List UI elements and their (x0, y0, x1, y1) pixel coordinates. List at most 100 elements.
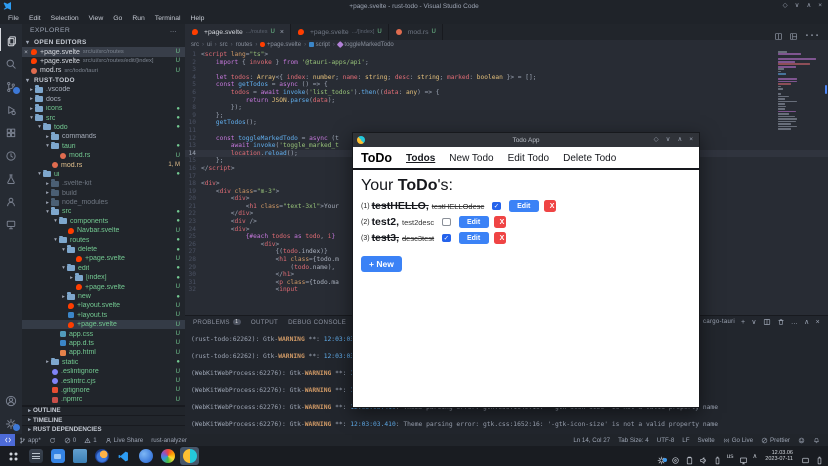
tree-folder-new[interactable]: ▸new● (22, 292, 185, 301)
status-item-bell[interactable] (809, 437, 824, 444)
status-item-app-[interactable]: app* (15, 434, 45, 446)
window-close-button[interactable]: × (818, 0, 822, 12)
tray-expand[interactable]: ∧ (753, 452, 758, 460)
menu-view[interactable]: View (84, 15, 109, 22)
volume-icon[interactable] (699, 452, 708, 461)
status-item-rust-analyzer[interactable]: rust-analyzer (147, 434, 191, 446)
panel-tab-debug-console[interactable]: DEBUG CONSOLE (288, 316, 346, 328)
edit-button[interactable]: Edit (509, 200, 539, 212)
menu-terminal[interactable]: Terminal (150, 15, 186, 22)
tree-folder-src[interactable]: ▾src● (22, 113, 185, 122)
tree-file-Navbar.svelte[interactable]: Navbar.svelteU (22, 226, 185, 235)
delete-button[interactable]: X (544, 200, 556, 212)
tree-file-+layout.svelte[interactable]: +layout.svelteU (22, 301, 185, 310)
todo-nav-delete-todo[interactable]: Delete Todo (563, 153, 616, 164)
tree-folder-edit[interactable]: ▾edit● (22, 264, 185, 273)
section-outline[interactable]: ▸OUTLINE (22, 406, 185, 416)
tree-folder-.vscode[interactable]: ▸.vscode (22, 85, 185, 94)
keyboard-layout[interactable]: us (727, 453, 734, 460)
breadcrumb-item[interactable]: +page.svelte (260, 42, 301, 48)
todo-window-minimize-button[interactable]: ∨ (666, 134, 671, 146)
menu-go[interactable]: Go (108, 15, 127, 22)
status-item-live-share[interactable]: Live Share (101, 434, 148, 446)
breadcrumb-item[interactable]: ui (207, 42, 212, 48)
status-item-sync[interactable] (45, 434, 60, 446)
todo-window-maximize-button[interactable]: ∧ (677, 134, 682, 146)
status-item-tab-size-4[interactable]: Tab Size: 4 (614, 437, 653, 444)
more-actions-icon[interactable]: … (791, 319, 798, 326)
split-editor-icon[interactable] (774, 28, 783, 37)
breadcrumb-item[interactable]: src (191, 42, 199, 48)
tree-file-.eslintignore[interactable]: .eslintignoreU (22, 367, 185, 376)
tree-file-mod.rs[interactable]: mod.rsU (22, 151, 185, 160)
tree-file-+page.svelte[interactable]: +page.svelteU (22, 282, 185, 291)
status-item-go-live[interactable]: Go Live (719, 437, 757, 444)
status-item-ln-14-col-27[interactable]: Ln 14, Col 27 (569, 437, 614, 444)
panel-tab-output[interactable]: OUTPUT (251, 316, 278, 328)
clock[interactable]: 12.03.062023-07-11 (762, 450, 796, 463)
taskbar-vscode[interactable] (114, 447, 133, 465)
tree-folder-icons[interactable]: ▸icons● (22, 104, 185, 113)
activity-extensions[interactable] (0, 120, 22, 143)
activity-settings[interactable] (0, 411, 22, 434)
tree-file-mod.rs[interactable]: mod.rs1, M (22, 160, 185, 169)
breadcrumb-item[interactable]: toggleMarkedTodo (338, 42, 394, 48)
taskbar-settings-sliders[interactable] (26, 447, 45, 465)
section-timeline[interactable]: ▸TIMELINE (22, 415, 185, 425)
tree-folder-build[interactable]: ▸build (22, 189, 185, 198)
todo-titlebar[interactable]: Todo App ◇∨∧× (353, 133, 699, 147)
tree-file-+layout.ts[interactable]: +layout.tsU (22, 311, 185, 320)
edit-button[interactable]: Edit (459, 216, 489, 228)
tree-file-.gitignore[interactable]: .gitignoreU (22, 386, 185, 395)
taskbar-web-browser[interactable] (136, 447, 155, 465)
tree-file-app.d.ts[interactable]: app.d.tsU (22, 339, 185, 348)
tab-+page.svelte[interactable]: +page.svelte.../[index]U (291, 24, 389, 40)
close-panel-icon[interactable]: × (816, 319, 820, 326)
status-item-utf-8[interactable]: UTF-8 (653, 437, 679, 444)
todo-window-restore-button[interactable]: ◇ (654, 134, 659, 146)
split-terminal-icon[interactable] (763, 318, 771, 326)
tree-folder-static[interactable]: ▸static● (22, 358, 185, 367)
tab-+page.svelte[interactable]: +page.svelte.../routesU× (185, 24, 291, 40)
project-header[interactable]: ▾ RUST-TODO (22, 76, 185, 86)
todo-checkbox[interactable]: ✓ (442, 234, 451, 243)
menu-file[interactable]: File (3, 15, 24, 22)
tree-folder-commands[interactable]: ▸commands (22, 132, 185, 141)
tree-file-.eslintrc.cjs[interactable]: .eslintrc.cjsU (22, 376, 185, 385)
maximize-panel-icon[interactable]: ∧ (804, 318, 809, 326)
activity-testing[interactable] (0, 166, 22, 189)
tree-folder-ui[interactable]: ▾ui● (22, 170, 185, 179)
battery-indicator-icon[interactable] (815, 452, 824, 461)
new-terminal-icon[interactable]: + (741, 319, 745, 326)
close-icon[interactable]: × (22, 49, 30, 56)
tree-file-.npmrc[interactable]: .npmrcU (22, 395, 185, 404)
tree-folder-tauri[interactable]: ▾tauri● (22, 142, 185, 151)
activity-remote-explorer[interactable] (0, 212, 22, 235)
battery-icon[interactable] (713, 452, 722, 461)
tree-folder-todo[interactable]: ▾todo● (22, 123, 185, 132)
taskbar-tauri-app[interactable] (180, 447, 199, 465)
status-item-svelte[interactable]: Svelte (694, 437, 719, 444)
tree-folder-components[interactable]: ▾components● (22, 217, 185, 226)
taskbar-color-wheel[interactable] (158, 447, 177, 465)
todo-nav-new-todo[interactable]: New Todo (449, 153, 493, 164)
activity-explorer[interactable] (0, 28, 22, 51)
delete-button[interactable]: X (494, 232, 506, 244)
taskbar-software-store[interactable] (48, 447, 67, 465)
open-editor-item[interactable]: ×+page.sveltesrc/ui/src/routesU (22, 47, 185, 56)
window-maximize-button[interactable]: ∧ (806, 0, 811, 12)
screen-record-icon[interactable] (671, 452, 680, 461)
activity-source-control[interactable] (0, 74, 22, 97)
todo-nav-todos[interactable]: Todos (406, 153, 435, 164)
taskbar-file-manager[interactable] (70, 447, 89, 465)
status-item-1[interactable]: 1 (80, 434, 100, 446)
activity-account[interactable] (0, 388, 22, 411)
tree-folder-docs[interactable]: ▸docs (22, 95, 185, 104)
status-item-lf[interactable]: LF (678, 437, 693, 444)
open-editor-item[interactable]: mod.rssrc/todo/tauriU (22, 66, 185, 75)
tab-mod.rs[interactable]: mod.rsU (389, 24, 443, 40)
kill-terminal-icon[interactable] (777, 318, 785, 326)
todo-brand[interactable]: ToDo (361, 151, 392, 165)
breadcrumb-item[interactable]: script (309, 42, 330, 48)
explorer-more-icon[interactable]: … (170, 27, 177, 34)
